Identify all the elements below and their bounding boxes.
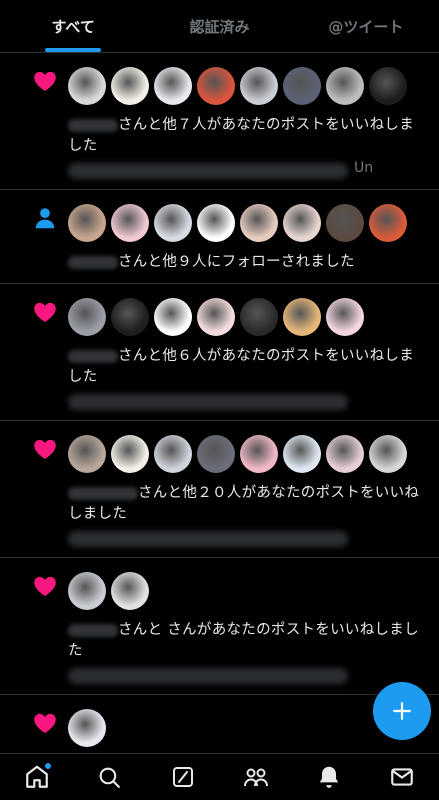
avatar[interactable] xyxy=(326,435,364,473)
notification-feed[interactable]: さんと他７人があなたのポストをいいねしました Un さんと他９人にフォローされました… xyxy=(0,53,439,753)
notification-message: さんと他９人にフォローされました xyxy=(118,254,355,270)
redacted-preview xyxy=(68,668,348,684)
redacted-preview xyxy=(68,163,348,179)
notification-text: さんと他２０人があなたのポストをいいねしました xyxy=(68,483,423,525)
notification-item[interactable]: さんと他６人があなたのポストをいいねしました xyxy=(0,284,439,421)
tab-all[interactable]: すべて xyxy=(0,0,146,52)
nav-home[interactable] xyxy=(17,757,57,797)
post-preview xyxy=(68,525,423,547)
avatar[interactable] xyxy=(197,298,235,336)
avatar[interactable] xyxy=(283,204,321,242)
search-icon xyxy=(99,767,121,788)
avatar[interactable] xyxy=(240,67,278,105)
avatar-row xyxy=(68,709,423,747)
notification-text: さんと他６人があなたのポストをいいねしました xyxy=(68,346,423,388)
avatar[interactable] xyxy=(197,204,235,242)
preview-tail: Un xyxy=(354,160,374,176)
redacted-username xyxy=(68,118,118,132)
avatar[interactable] xyxy=(197,435,235,473)
nav-messages[interactable] xyxy=(382,757,422,797)
notification-tabs: すべて 認証済み @ツイート xyxy=(0,0,439,53)
avatar[interactable] xyxy=(154,204,192,242)
avatar[interactable] xyxy=(369,435,407,473)
notification-item[interactable]: さんと他２０人があなたのポストをいいねしました xyxy=(0,421,439,558)
redacted-preview xyxy=(68,531,348,547)
avatar[interactable] xyxy=(111,67,149,105)
avatar[interactable] xyxy=(326,204,364,242)
avatar[interactable] xyxy=(369,67,407,105)
plus-icon xyxy=(393,702,411,720)
avatar[interactable] xyxy=(283,67,321,105)
avatar[interactable] xyxy=(68,204,106,242)
redacted-username xyxy=(68,349,118,363)
heart-icon xyxy=(32,436,58,462)
avatar[interactable] xyxy=(111,298,149,336)
avatar[interactable] xyxy=(111,435,149,473)
heart-icon xyxy=(32,710,58,736)
people-icon xyxy=(244,768,269,787)
tab-verified-label: 認証済み xyxy=(189,17,250,36)
tab-verified[interactable]: 認証済み xyxy=(146,0,292,52)
notification-text: さんと他９人にフォローされました xyxy=(68,252,423,273)
heart-icon xyxy=(32,68,58,94)
avatar[interactable] xyxy=(240,204,278,242)
tab-mentions[interactable]: @ツイート xyxy=(293,0,439,52)
compose-button[interactable] xyxy=(373,682,431,740)
avatar[interactable] xyxy=(68,572,106,610)
post-preview xyxy=(68,388,423,410)
notification-message: さんと他７人があなたのポストをいいねしました xyxy=(68,117,414,154)
grok-icon xyxy=(172,767,193,787)
post-preview: Un xyxy=(68,157,423,179)
redacted-username xyxy=(68,486,138,500)
avatar-row xyxy=(68,204,423,242)
avatar[interactable] xyxy=(326,67,364,105)
avatar[interactable] xyxy=(369,204,407,242)
person-icon xyxy=(32,205,58,231)
avatar-row xyxy=(68,298,423,336)
notification-text: さんと他７人があなたのポストをいいねしました xyxy=(68,115,423,157)
avatar[interactable] xyxy=(154,67,192,105)
avatar[interactable] xyxy=(326,298,364,336)
avatar[interactable] xyxy=(111,204,149,242)
bell-icon xyxy=(319,766,339,788)
bottom-navigation xyxy=(0,753,439,800)
post-preview xyxy=(68,662,423,684)
avatar-row xyxy=(68,572,423,610)
nav-grok[interactable] xyxy=(163,757,203,797)
redacted-username xyxy=(68,623,118,637)
avatar[interactable] xyxy=(240,298,278,336)
avatar[interactable] xyxy=(283,435,321,473)
avatar[interactable] xyxy=(68,709,106,747)
notification-message: さんと他６人があなたのポストをいいねしました xyxy=(68,348,414,385)
heart-icon xyxy=(32,573,58,599)
nav-communities[interactable] xyxy=(236,757,276,797)
avatar-row xyxy=(68,435,423,473)
home-unread-dot xyxy=(44,763,51,769)
avatar[interactable] xyxy=(68,67,106,105)
avatar[interactable] xyxy=(197,67,235,105)
avatar[interactable] xyxy=(283,298,321,336)
redacted-preview xyxy=(68,394,348,410)
nav-notifications[interactable] xyxy=(309,757,349,797)
tab-all-label: すべて xyxy=(51,17,95,36)
avatar[interactable] xyxy=(240,435,278,473)
avatar[interactable] xyxy=(68,435,106,473)
avatar[interactable] xyxy=(111,572,149,610)
notification-item[interactable]: さんと他７人があなたのポストをいいねしました Un xyxy=(0,53,439,190)
avatar[interactable] xyxy=(68,298,106,336)
tab-mentions-label: @ツイート xyxy=(328,17,404,36)
avatar[interactable] xyxy=(154,435,192,473)
mail-icon xyxy=(391,768,414,786)
notification-item[interactable]: さんと他９人にフォローされました xyxy=(0,190,439,284)
notification-item[interactable]: さんと さんがあなたのポストをいいねしました xyxy=(0,558,439,695)
redacted-username xyxy=(68,255,118,269)
avatar[interactable] xyxy=(154,298,192,336)
notification-text: さんと さんがあなたのポストをいいねしました xyxy=(68,620,423,662)
notification-message: さんと さんがあなたのポストをいいねしました xyxy=(68,622,419,659)
heart-icon xyxy=(32,299,58,325)
nav-search[interactable] xyxy=(90,757,130,797)
avatar-row xyxy=(68,67,423,105)
